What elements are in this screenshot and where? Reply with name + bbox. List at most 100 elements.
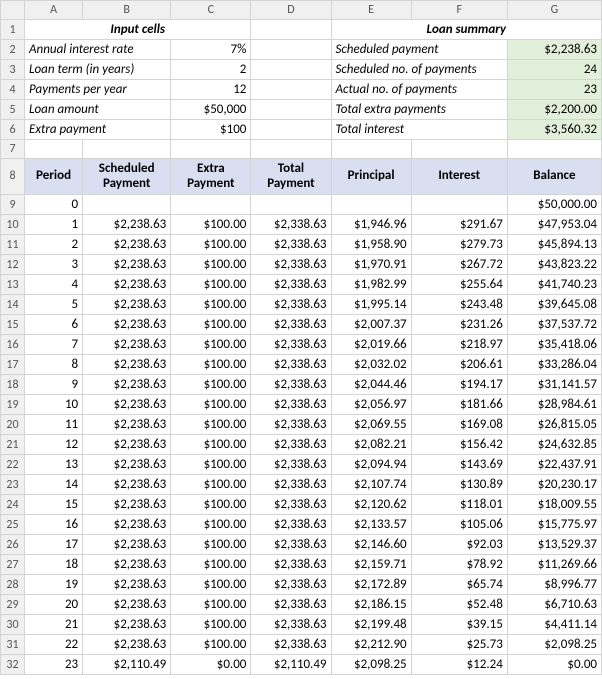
cell-period[interactable]: 6 bbox=[25, 315, 83, 335]
cell-interest[interactable]: $279.73 bbox=[411, 235, 507, 255]
value-total-extra[interactable]: $2,200.00 bbox=[507, 100, 601, 120]
col-header-B[interactable]: B bbox=[83, 1, 171, 20]
cell-principal[interactable]: $1,958.90 bbox=[331, 235, 411, 255]
cell-total[interactable]: $2,338.63 bbox=[251, 515, 331, 535]
cell-interest[interactable]: $52.48 bbox=[411, 595, 507, 615]
cell-extra[interactable]: $100.00 bbox=[171, 555, 251, 575]
cell-interest[interactable]: $267.72 bbox=[411, 255, 507, 275]
cell-period[interactable]: 3 bbox=[25, 255, 83, 275]
cell-interest[interactable]: $169.08 bbox=[411, 415, 507, 435]
hdr-interest[interactable]: Interest bbox=[411, 159, 507, 195]
row-header-1[interactable]: 1 bbox=[1, 20, 25, 40]
cell-total[interactable]: $2,338.63 bbox=[251, 475, 331, 495]
cell-principal[interactable]: $2,212.90 bbox=[331, 635, 411, 655]
row-header-16[interactable]: 16 bbox=[1, 335, 25, 355]
row-header-28[interactable]: 28 bbox=[1, 575, 25, 595]
cell-total[interactable]: $2,338.63 bbox=[251, 335, 331, 355]
row-header-10[interactable]: 10 bbox=[1, 215, 25, 235]
cell-principal[interactable]: $1,995.14 bbox=[331, 295, 411, 315]
row-header-30[interactable]: 30 bbox=[1, 615, 25, 635]
cell-balance[interactable]: $43,823.22 bbox=[507, 255, 601, 275]
cell-principal[interactable]: $2,082.21 bbox=[331, 435, 411, 455]
cell-total[interactable]: $2,110.49 bbox=[251, 655, 331, 675]
col-header-G[interactable]: G bbox=[507, 1, 601, 20]
cell-interest[interactable]: $118.01 bbox=[411, 495, 507, 515]
cell-total[interactable]: $2,338.63 bbox=[251, 275, 331, 295]
cell-balance[interactable]: $39,645.08 bbox=[507, 295, 601, 315]
cell-balance[interactable]: $45,894.13 bbox=[507, 235, 601, 255]
cell-extra[interactable]: $100.00 bbox=[171, 255, 251, 275]
cell-total[interactable]: $2,338.63 bbox=[251, 535, 331, 555]
col-header-D[interactable]: D bbox=[251, 1, 331, 20]
cell-interest[interactable]: $181.66 bbox=[411, 395, 507, 415]
cell-sched[interactable]: $2,238.63 bbox=[83, 395, 171, 415]
row-header-29[interactable]: 29 bbox=[1, 595, 25, 615]
row-header-9[interactable]: 9 bbox=[1, 195, 25, 215]
row-header-21[interactable]: 21 bbox=[1, 435, 25, 455]
cell-sched[interactable]: $2,238.63 bbox=[83, 435, 171, 455]
cell-interest[interactable]: $92.03 bbox=[411, 535, 507, 555]
value-ppy[interactable]: 12 bbox=[171, 80, 251, 100]
cell-extra[interactable]: $100.00 bbox=[171, 235, 251, 255]
cell-interest[interactable]: $231.26 bbox=[411, 315, 507, 335]
cell-balance[interactable]: $33,286.04 bbox=[507, 355, 601, 375]
cell-balance[interactable]: $0.00 bbox=[507, 655, 601, 675]
spreadsheet-grid[interactable]: A B C D E F G 1 Input cells Loan summary… bbox=[0, 0, 602, 675]
cell-extra[interactable]: $100.00 bbox=[171, 635, 251, 655]
cell-balance[interactable]: $41,740.23 bbox=[507, 275, 601, 295]
value-extra-payment[interactable]: $100 bbox=[171, 120, 251, 140]
cell-extra[interactable]: $100.00 bbox=[171, 315, 251, 335]
cell-balance[interactable]: $37,537.72 bbox=[507, 315, 601, 335]
cell-extra[interactable]: $100.00 bbox=[171, 395, 251, 415]
cell-extra[interactable]: $100.00 bbox=[171, 435, 251, 455]
value-scheduled-payment[interactable]: $2,238.63 bbox=[507, 40, 601, 60]
cell-sched[interactable]: $2,238.63 bbox=[83, 275, 171, 295]
label-ppy[interactable]: Payments per year bbox=[25, 80, 171, 100]
cell-extra[interactable]: $100.00 bbox=[171, 375, 251, 395]
cell[interactable] bbox=[171, 140, 251, 159]
cell-sched[interactable]: $2,238.63 bbox=[83, 595, 171, 615]
cell-period[interactable]: 23 bbox=[25, 655, 83, 675]
cell-extra[interactable]: $100.00 bbox=[171, 275, 251, 295]
cell-principal[interactable]: $2,019.66 bbox=[331, 335, 411, 355]
cell-principal[interactable]: $2,044.46 bbox=[331, 375, 411, 395]
cell-principal[interactable]: $2,069.55 bbox=[331, 415, 411, 435]
cell-principal[interactable]: $2,120.62 bbox=[331, 495, 411, 515]
cell-sched[interactable]: $2,238.63 bbox=[83, 335, 171, 355]
cell-principal[interactable]: $2,146.60 bbox=[331, 535, 411, 555]
cell-sched[interactable]: $2,238.63 bbox=[83, 635, 171, 655]
cell-total[interactable]: $2,338.63 bbox=[251, 415, 331, 435]
cell-balance[interactable]: $11,269.66 bbox=[507, 555, 601, 575]
cell-interest[interactable]: $78.92 bbox=[411, 555, 507, 575]
cell-interest[interactable]: $218.97 bbox=[411, 335, 507, 355]
row-header-6[interactable]: 6 bbox=[1, 120, 25, 140]
row-header-17[interactable]: 17 bbox=[1, 355, 25, 375]
cell-period[interactable]: 19 bbox=[25, 575, 83, 595]
cell-extra[interactable]: $100.00 bbox=[171, 515, 251, 535]
cell-sched[interactable]: $2,238.63 bbox=[83, 555, 171, 575]
cell-balance[interactable]: $6,710.63 bbox=[507, 595, 601, 615]
cell-sched[interactable]: $2,238.63 bbox=[83, 255, 171, 275]
cell-sched[interactable]: $2,238.63 bbox=[83, 535, 171, 555]
label-scheduled-payment[interactable]: Scheduled payment bbox=[331, 40, 507, 60]
cell-total[interactable]: $2,338.63 bbox=[251, 215, 331, 235]
cell-sched[interactable]: $2,238.63 bbox=[83, 495, 171, 515]
cell-principal[interactable]: $1,946.96 bbox=[331, 215, 411, 235]
row-header-24[interactable]: 24 bbox=[1, 495, 25, 515]
row-header-25[interactable]: 25 bbox=[1, 515, 25, 535]
cell-balance[interactable]: $2,098.25 bbox=[507, 635, 601, 655]
row-header-2[interactable]: 2 bbox=[1, 40, 25, 60]
cell-balance[interactable]: $28,984.61 bbox=[507, 395, 601, 415]
loan-summary-title[interactable]: Loan summary bbox=[331, 20, 601, 40]
cell-interest[interactable]: $65.74 bbox=[411, 575, 507, 595]
cell-principal[interactable] bbox=[331, 195, 411, 215]
cell-total[interactable]: $2,338.63 bbox=[251, 235, 331, 255]
row-header-13[interactable]: 13 bbox=[1, 275, 25, 295]
cell-period[interactable]: 15 bbox=[25, 495, 83, 515]
cell-extra[interactable]: $100.00 bbox=[171, 295, 251, 315]
input-cells-title[interactable]: Input cells bbox=[25, 20, 251, 40]
cell[interactable] bbox=[251, 140, 331, 159]
cell-total[interactable]: $2,338.63 bbox=[251, 555, 331, 575]
col-header-C[interactable]: C bbox=[171, 1, 251, 20]
cell-interest[interactable]: $243.48 bbox=[411, 295, 507, 315]
